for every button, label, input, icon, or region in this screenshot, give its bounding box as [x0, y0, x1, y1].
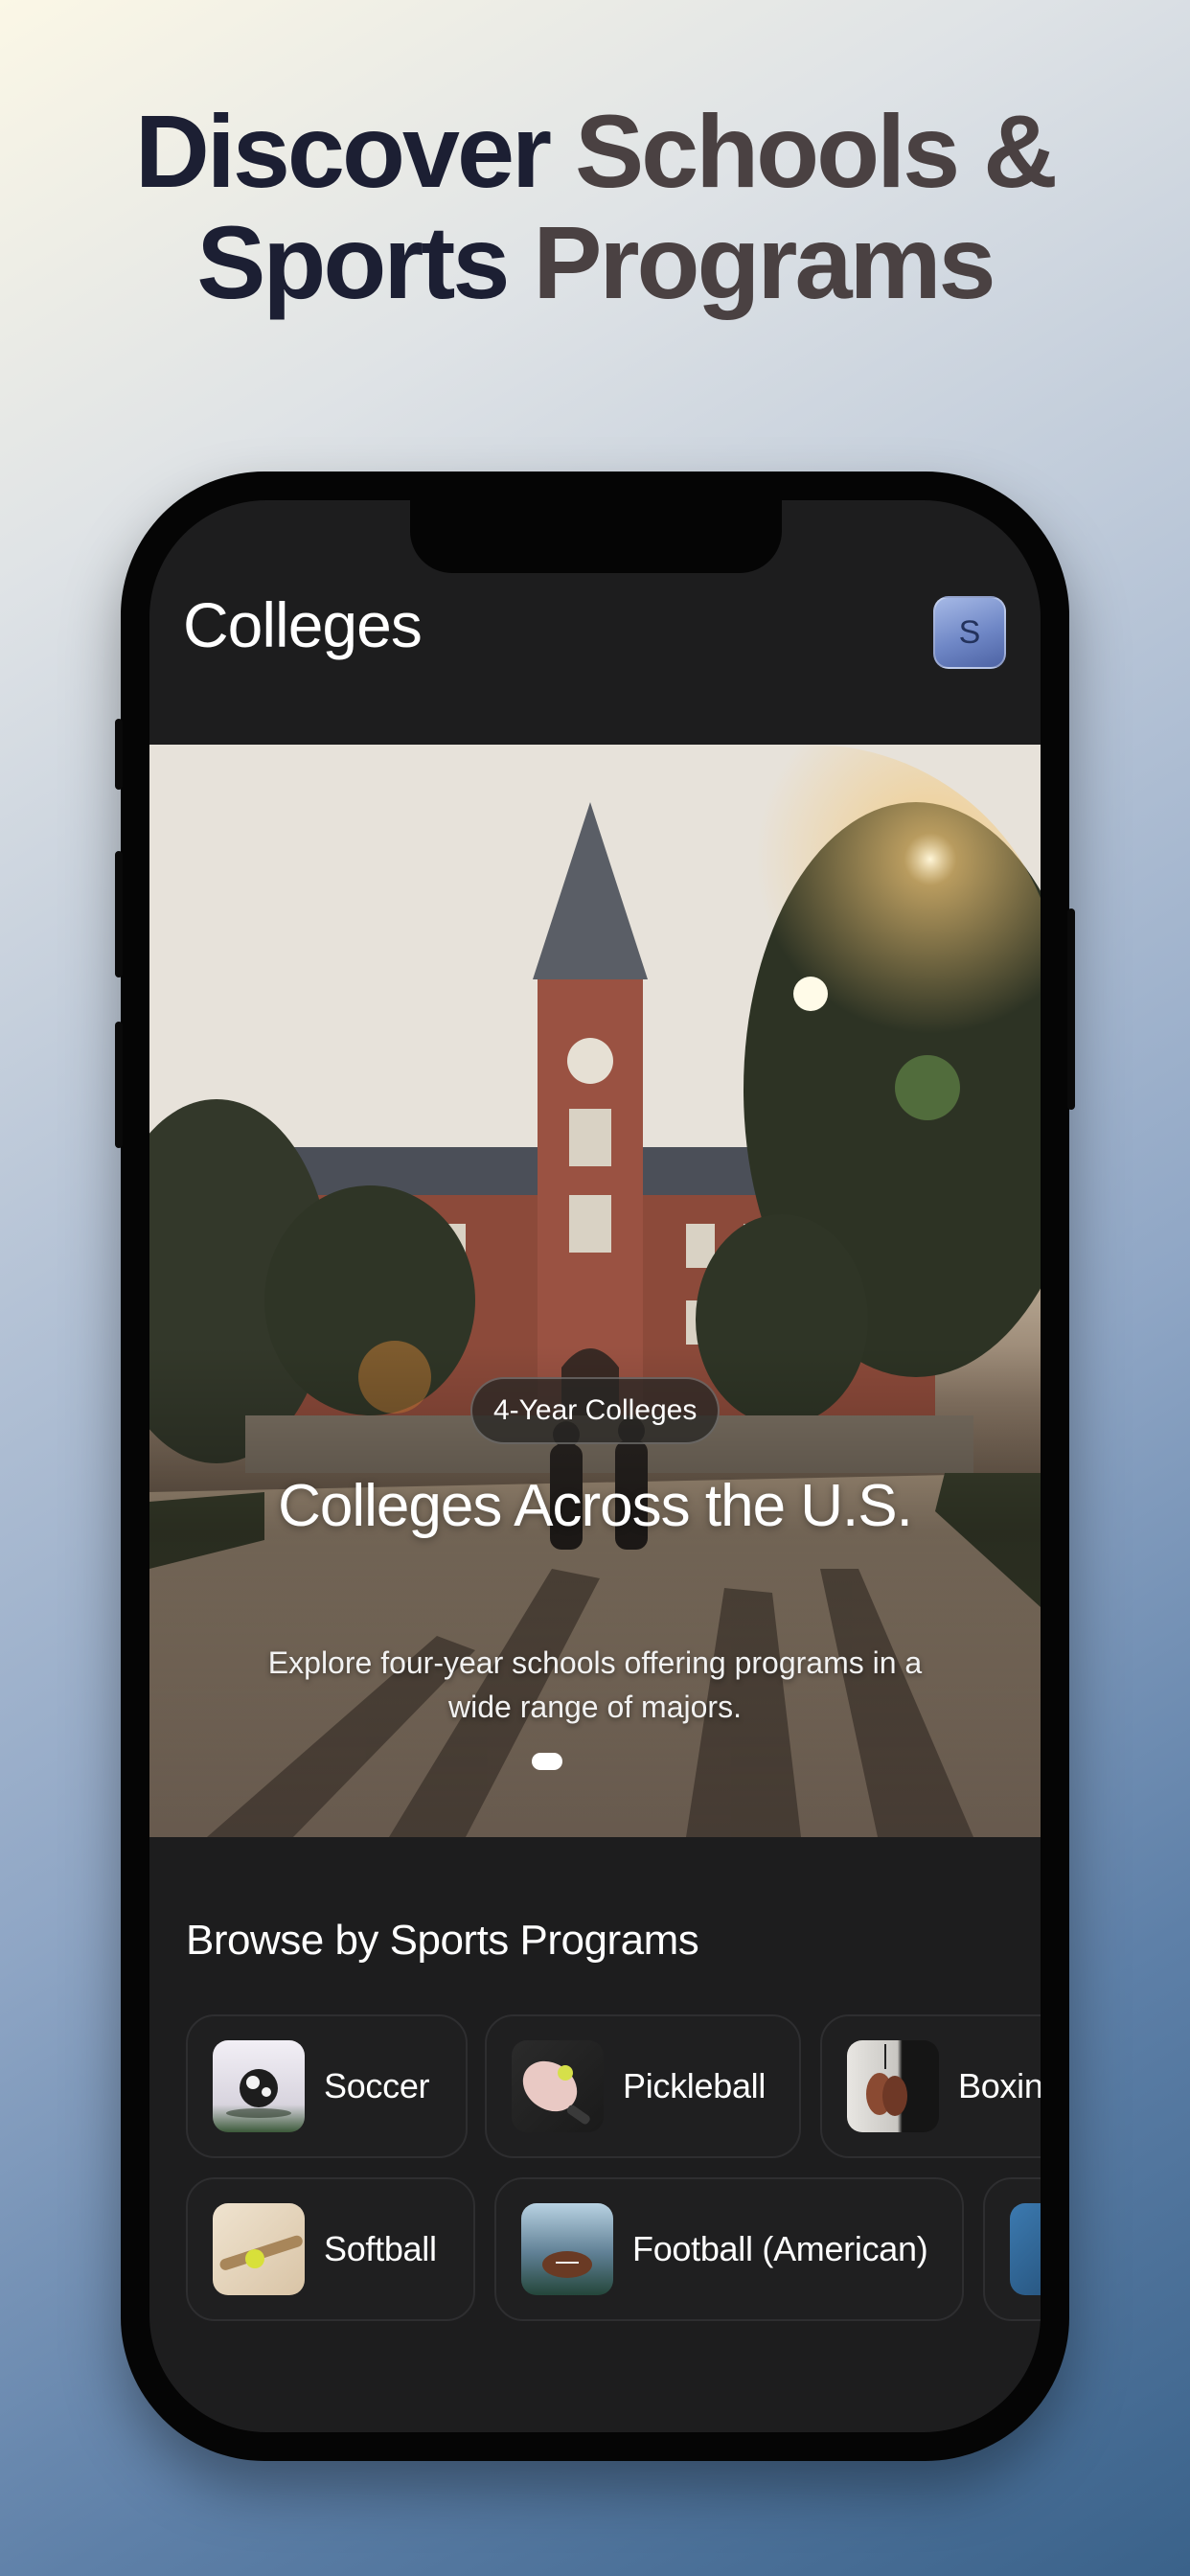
- sport-chip-partial[interactable]: [983, 2177, 1041, 2321]
- hero-subtitle: Explore four-year schools offering progr…: [267, 1645, 923, 1724]
- headline-word: Programs: [533, 204, 995, 320]
- notch: [410, 500, 782, 573]
- headline-word: Sports: [196, 204, 510, 320]
- boxing-gloves-icon: [847, 2040, 939, 2132]
- pickleball-paddle-icon: [512, 2040, 604, 2132]
- sport-chip-label: Softball: [324, 2229, 437, 2268]
- sport-chip-softball[interactable]: Softball: [186, 2177, 475, 2321]
- hero-title: Colleges Across the U.S.: [278, 1473, 913, 1539]
- softball-bat-icon: [213, 2203, 305, 2295]
- page-title: Colleges: [183, 589, 423, 660]
- sport-chip-label: Pickleball: [623, 2066, 767, 2105]
- american-football-icon: [521, 2203, 613, 2295]
- sport-chip-pickleball[interactable]: Pickleball: [485, 2014, 801, 2158]
- soccer-ball-icon: [213, 2040, 305, 2132]
- headline-line-1: Discover Schools &: [0, 96, 1190, 207]
- app-screen: Colleges S 4-Year Colleges Colleges Acro…: [149, 500, 1041, 2432]
- sport-chip-football-american[interactable]: Football (American): [494, 2177, 964, 2321]
- sport-chip-boxing[interactable]: Boxin: [820, 2014, 1041, 2158]
- headline-line-2: Sports Programs: [0, 207, 1190, 318]
- sport-icon: [1010, 2203, 1041, 2295]
- power-button: [1067, 908, 1075, 1110]
- mute-switch: [115, 719, 123, 790]
- promo-headline: Discover Schools & Sports Programs: [0, 96, 1190, 318]
- headline-word: Discover: [134, 93, 552, 209]
- category-badge: 4-Year Colleges: [470, 1377, 721, 1444]
- sport-chip-label: Football (American): [632, 2229, 928, 2268]
- volume-down-button: [115, 1022, 123, 1148]
- headline-word: Schools &: [575, 93, 1058, 209]
- sport-chip-soccer[interactable]: Soccer: [186, 2014, 468, 2158]
- featured-carousel-card[interactable]: 4-Year Colleges Colleges Across the U.S.…: [149, 745, 1041, 1837]
- profile-avatar-button[interactable]: S: [933, 596, 1006, 669]
- volume-up-button: [115, 851, 123, 978]
- phone-frame: Colleges S 4-Year Colleges Colleges Acro…: [115, 472, 1075, 2461]
- section-title: Browse by Sports Programs: [186, 1917, 699, 1964]
- sport-chip-label: Boxin: [958, 2066, 1041, 2105]
- carousel-page-indicator[interactable]: [532, 1753, 562, 1770]
- sport-chip-label: Soccer: [324, 2066, 430, 2105]
